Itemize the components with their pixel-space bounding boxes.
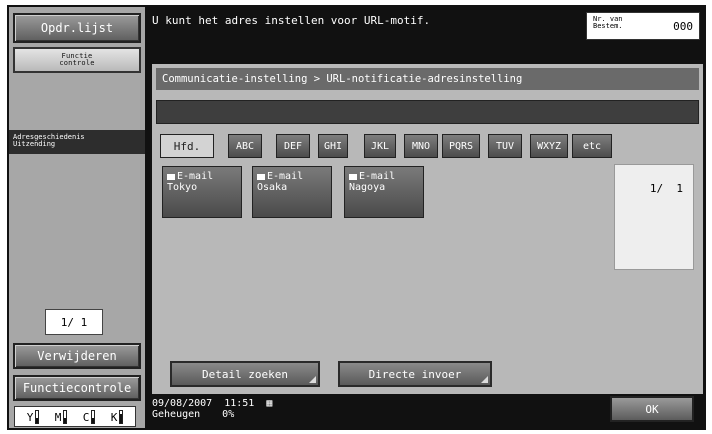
tab-jkl[interactable]: JKL <box>364 134 396 158</box>
memory-value: 0% <box>222 409 235 420</box>
tab-mno[interactable]: MNO <box>404 134 438 158</box>
address-input[interactable] <box>156 100 699 124</box>
toner-bar-icon <box>63 409 68 424</box>
dest-type: E-mail <box>359 171 396 182</box>
toner-letter: Y <box>26 410 34 424</box>
mail-icon <box>349 173 357 180</box>
toner-c: C <box>82 409 96 424</box>
tab-hfd[interactable]: Hfd. <box>160 134 214 158</box>
toner-bar-icon <box>35 409 40 424</box>
delete-button[interactable]: Verwijderen <box>13 343 141 369</box>
status-time: 11:51 <box>224 398 255 409</box>
direct-input-button[interactable]: Directe invoer <box>338 361 492 387</box>
direct-input-label: Directe invoer <box>368 367 462 381</box>
ok-label: OK <box>645 402 659 416</box>
tab-etc[interactable]: etc <box>572 134 612 158</box>
tab-def[interactable]: DEF <box>276 134 310 158</box>
detail-search-label: Detail zoeken <box>201 367 289 381</box>
destination-button-osaka[interactable]: E-mail Osaka <box>252 166 332 218</box>
detail-search-button[interactable]: Detail zoeken <box>170 361 320 387</box>
destination-button-tokyo[interactable]: E-mail Tokyo <box>162 166 242 218</box>
function-check-button[interactable]: Functiecontrole <box>13 375 141 401</box>
list-page-panel: 1/ 1 <box>614 164 694 270</box>
destination-button-nagoya[interactable]: E-mail Nagoya <box>344 166 424 218</box>
toner-bar-icon <box>119 409 124 424</box>
counter-value: 000 <box>673 20 693 33</box>
dest-name: Tokyo <box>167 182 198 193</box>
toner-m: M <box>54 409 68 424</box>
corner-icon <box>481 376 488 383</box>
function-check-small-label: Functie controle <box>59 52 95 67</box>
function-check-label: Functiecontrole <box>22 381 132 395</box>
dest-name: Osaka <box>257 182 288 193</box>
tab-pqrs[interactable]: PQRS <box>442 134 480 158</box>
destination-counter: Nr. van Bestem. 000 <box>586 12 700 40</box>
status-date: 09/08/2007 <box>152 398 213 409</box>
history-band[interactable]: Adresgeschiedenis Uitzending <box>9 130 145 154</box>
list-page-indicator: 1/ 1 <box>649 182 683 195</box>
toner-letter: K <box>110 410 118 424</box>
mail-icon <box>257 173 265 180</box>
header-message: U kunt het adres instellen voor URL-moti… <box>152 14 431 27</box>
toner-bar-icon <box>91 409 96 424</box>
toner-letter: C <box>82 410 90 424</box>
toner-letter: M <box>54 410 62 424</box>
mail-icon <box>167 173 175 180</box>
toner-levels: Y M C K <box>14 406 136 427</box>
dest-type: E-mail <box>177 171 214 182</box>
job-list-label: Opdr.lijst <box>40 21 114 35</box>
toner-y: Y <box>26 409 40 424</box>
corner-icon <box>309 376 316 383</box>
left-page-indicator: 1/ 1 <box>45 309 103 335</box>
ok-button[interactable]: OK <box>610 396 694 422</box>
breadcrumb: Communicatie-instelling > URL-notificati… <box>156 68 699 90</box>
dest-name: Nagoya <box>349 182 386 193</box>
left-panel: Opdr.lijst Functie controle Adresgeschie… <box>9 7 145 428</box>
tab-wxyz[interactable]: WXYZ <box>530 134 568 158</box>
toner-k: K <box>110 409 124 424</box>
memory-icon: ▦ <box>266 398 273 409</box>
job-list-button[interactable]: Opdr.lijst <box>13 13 141 43</box>
main-panel: Communicatie-instelling > URL-notificati… <box>152 64 703 394</box>
tab-ghi[interactable]: GHI <box>318 134 348 158</box>
counter-label: Nr. van Bestem. <box>593 15 623 30</box>
memory-label: Geheugen <box>152 409 201 420</box>
dest-type: E-mail <box>267 171 304 182</box>
delete-label: Verwijderen <box>37 349 117 363</box>
tab-tuv[interactable]: TUV <box>488 134 522 158</box>
function-check-small-button[interactable]: Functie controle <box>13 47 141 73</box>
tab-abc[interactable]: ABC <box>228 134 262 158</box>
status-bar: 09/08/2007 11:51 ▦ Geheugen 0% <box>152 398 272 420</box>
